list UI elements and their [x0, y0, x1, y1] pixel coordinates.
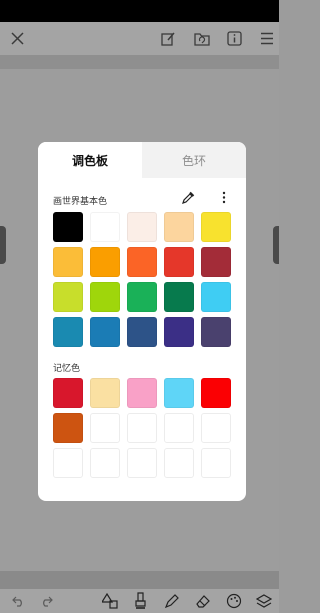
color-swatch[interactable]: [164, 378, 194, 408]
left-slider-handle[interactable]: [0, 226, 6, 264]
empty-color-slot[interactable]: [53, 448, 83, 478]
color-swatch[interactable]: [90, 317, 120, 347]
color-swatch[interactable]: [53, 247, 83, 277]
top-toolbar: [0, 22, 279, 55]
color-swatch[interactable]: [127, 212, 157, 242]
color-swatch[interactable]: [90, 282, 120, 312]
memory-colors-title: 记忆色: [53, 364, 81, 374]
empty-color-slot[interactable]: [164, 413, 194, 443]
tab-color-ring[interactable]: 色环: [142, 142, 246, 178]
eyedropper-icon[interactable]: [182, 191, 195, 204]
color-swatch[interactable]: [164, 282, 194, 312]
eraser-icon[interactable]: [195, 593, 211, 609]
right-slider-handle[interactable]: [273, 226, 279, 264]
layers-icon[interactable]: [256, 593, 272, 609]
palette-icon[interactable]: [226, 593, 242, 609]
color-swatch[interactable]: [53, 282, 83, 312]
color-picker-panel: 调色板 色环 画世界基本色 记忆色: [38, 142, 246, 501]
empty-color-slot[interactable]: [127, 448, 157, 478]
color-swatch[interactable]: [201, 247, 231, 277]
info-icon[interactable]: [227, 31, 242, 46]
empty-color-slot[interactable]: [90, 448, 120, 478]
color-swatch[interactable]: [127, 247, 157, 277]
folder-icon[interactable]: [194, 31, 210, 46]
color-swatch[interactable]: [164, 317, 194, 347]
menu-icon[interactable]: [260, 32, 274, 45]
color-swatch[interactable]: [164, 247, 194, 277]
close-icon[interactable]: [11, 32, 24, 45]
shapes-icon[interactable]: [102, 593, 118, 609]
canvas-header-strip: [0, 55, 279, 69]
redo-icon[interactable]: [40, 595, 53, 607]
color-swatch[interactable]: [53, 413, 83, 443]
memory-color-grid: [53, 378, 231, 478]
brush-icon[interactable]: [133, 592, 148, 610]
color-swatch[interactable]: [90, 212, 120, 242]
empty-color-slot[interactable]: [201, 448, 231, 478]
basic-colors-title: 画世界基本色: [53, 197, 108, 207]
tab-palette[interactable]: 调色板: [38, 142, 142, 178]
more-options-icon[interactable]: [221, 191, 227, 204]
empty-color-slot[interactable]: [164, 448, 194, 478]
color-swatch[interactable]: [201, 378, 231, 408]
canvas-footer-strip: [0, 571, 279, 589]
status-bar: [0, 0, 279, 22]
color-swatch[interactable]: [127, 378, 157, 408]
pen-icon[interactable]: [164, 593, 180, 609]
color-swatch[interactable]: [90, 378, 120, 408]
color-swatch[interactable]: [53, 212, 83, 242]
color-swatch[interactable]: [201, 212, 231, 242]
color-swatch[interactable]: [164, 212, 194, 242]
color-tabs: 调色板 色环: [38, 142, 246, 178]
color-swatch[interactable]: [53, 378, 83, 408]
color-swatch[interactable]: [127, 317, 157, 347]
undo-icon[interactable]: [12, 595, 25, 607]
bottom-toolbar: [0, 589, 279, 613]
edit-icon[interactable]: [161, 31, 176, 46]
color-swatch[interactable]: [201, 317, 231, 347]
empty-color-slot[interactable]: [201, 413, 231, 443]
color-swatch[interactable]: [90, 247, 120, 277]
empty-color-slot[interactable]: [127, 413, 157, 443]
empty-color-slot[interactable]: [90, 413, 120, 443]
color-swatch[interactable]: [127, 282, 157, 312]
color-swatch[interactable]: [201, 282, 231, 312]
color-swatch[interactable]: [53, 317, 83, 347]
basic-color-grid: [53, 212, 231, 347]
